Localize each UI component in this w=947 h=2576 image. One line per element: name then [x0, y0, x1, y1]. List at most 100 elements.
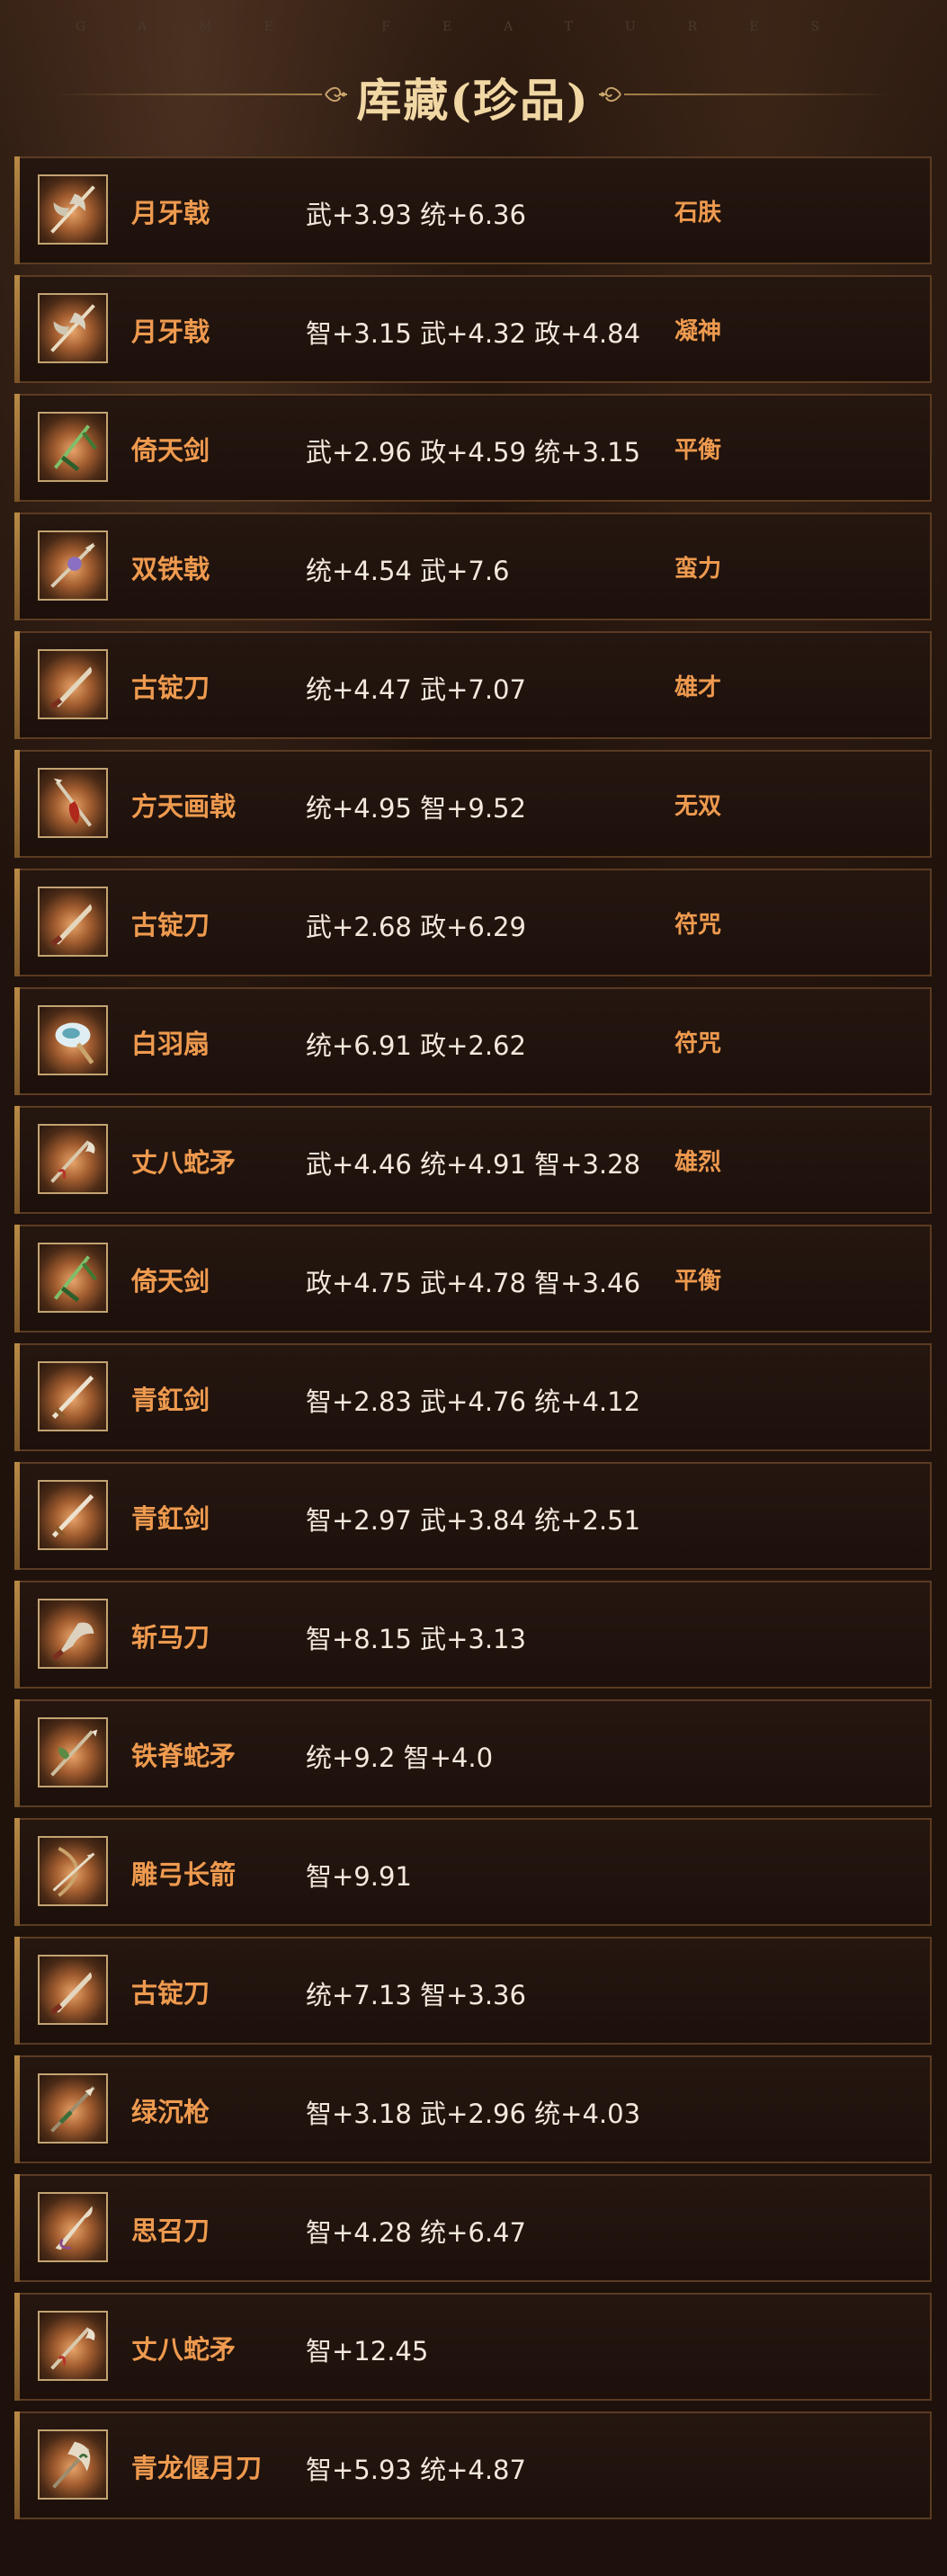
list-item[interactable]: 双铁戟 统+4.54 武+7.6 蛮力	[14, 513, 932, 620]
item-trait: 无双	[675, 793, 722, 820]
item-stats: 武+2.68 政+6.29	[306, 912, 526, 942]
list-item[interactable]: 古锭刀 统+7.13 智+3.36	[14, 1937, 932, 2045]
item-stats: 统+7.13 智+3.36	[306, 1980, 526, 2010]
list-item[interactable]: 雕弓长箭 智+9.91	[14, 1818, 932, 1926]
item-name: 青龙偃月刀	[131, 2453, 263, 2483]
list-item[interactable]: 青龙偃月刀 智+5.93 统+4.87	[14, 2411, 932, 2519]
ornament-right-icon	[599, 86, 621, 103]
double-halberd-icon	[50, 542, 95, 588]
item-trait: 平衡	[675, 1268, 722, 1295]
serpent-spear-icon	[50, 2327, 95, 2370]
item-icon-frame[interactable]	[38, 2192, 108, 2262]
straight-sword-icon	[51, 1493, 94, 1538]
item-stats: 统+4.95 智+9.52	[306, 793, 526, 824]
item-icon-frame[interactable]	[38, 174, 108, 245]
list-item[interactable]: 丈八蛇矛 武+4.46 统+4.91 智+3.28 雄烈	[14, 1106, 932, 1214]
row-accent-bar	[14, 631, 20, 739]
list-item[interactable]: 铁脊蛇矛 统+9.2 智+4.0	[14, 1699, 932, 1807]
item-stats: 统+9.2 智+4.0	[306, 1743, 494, 1773]
item-icon-frame[interactable]	[38, 649, 108, 719]
item-icon-frame[interactable]	[38, 1955, 108, 2025]
feather-fan-icon	[55, 1022, 94, 1065]
item-icon-frame[interactable]	[38, 1243, 108, 1313]
item-name: 双铁戟	[131, 554, 210, 584]
item-name: 古锭刀	[131, 673, 210, 703]
item-name: 倚天剑	[131, 1266, 210, 1297]
title-divider-right	[624, 94, 892, 95]
item-icon-frame[interactable]	[38, 2311, 108, 2381]
item-icon-frame[interactable]	[38, 2429, 108, 2500]
row-accent-bar	[14, 1462, 20, 1570]
saber-icon	[49, 904, 93, 947]
item-trait: 凝神	[675, 318, 722, 345]
item-stats: 武+4.46 统+4.91 智+3.28	[306, 1149, 641, 1180]
list-item[interactable]: 倚天剑 政+4.75 武+4.78 智+3.46 平衡	[14, 1225, 932, 1333]
item-stats: 武+3.93 统+6.36	[306, 200, 526, 230]
row-accent-bar	[14, 1343, 20, 1451]
item-name: 白羽扇	[131, 1029, 210, 1059]
item-icon-frame[interactable]	[38, 1480, 108, 1550]
list-item[interactable]: 丈八蛇矛 智+12.45	[14, 2293, 932, 2401]
item-stats: 智+8.15 武+3.13	[306, 1624, 526, 1654]
list-item[interactable]: 倚天剑 武+2.96 政+4.59 统+3.15 平衡	[14, 394, 932, 502]
title-divider-left	[54, 94, 322, 95]
item-icon-frame[interactable]	[38, 2073, 108, 2144]
list-item[interactable]: 青釭剑 智+2.83 武+4.76 统+4.12	[14, 1343, 932, 1451]
list-item[interactable]: 月牙戟 智+3.15 武+4.32 政+4.84 凝神	[14, 275, 932, 383]
green-sword-icon	[53, 1255, 97, 1303]
item-icon-frame[interactable]	[38, 887, 108, 957]
item-name: 丈八蛇矛	[131, 1147, 237, 1178]
list-item[interactable]: 古锭刀 统+4.47 武+7.07 雄才	[14, 631, 932, 739]
item-stats: 智+2.83 武+4.76 统+4.12	[306, 1386, 641, 1417]
list-item[interactable]: 绿沉枪 智+3.18 武+2.96 统+4.03	[14, 2055, 932, 2163]
item-stats: 政+4.75 武+4.78 智+3.46	[306, 1268, 641, 1298]
crescent-halberd-icon	[50, 304, 95, 352]
item-name: 倚天剑	[131, 435, 210, 466]
list-item[interactable]: 白羽扇 统+6.91 政+2.62 符咒	[14, 987, 932, 1095]
item-icon-frame[interactable]	[38, 768, 108, 838]
item-icon-frame[interactable]	[38, 293, 108, 363]
row-accent-bar	[14, 987, 20, 1095]
item-stats: 智+4.28 统+6.47	[306, 2217, 526, 2248]
item-stats: 统+6.91 政+2.62	[306, 1030, 526, 1061]
row-accent-bar	[14, 1937, 20, 2045]
banner-decor-text: GAME FEATURES	[75, 20, 872, 34]
item-trait: 蛮力	[675, 556, 722, 583]
item-icon-frame[interactable]	[38, 1005, 108, 1075]
item-icon-frame[interactable]	[38, 1599, 108, 1669]
item-icon-frame[interactable]	[38, 1836, 108, 1906]
list-item[interactable]: 思召刀 智+4.28 统+6.47	[14, 2174, 932, 2282]
green-sword-icon	[53, 424, 97, 472]
item-name: 古锭刀	[131, 910, 210, 940]
item-trait: 雄烈	[675, 1149, 722, 1176]
item-trait: 符咒	[675, 912, 722, 939]
item-stats: 统+4.54 武+7.6	[306, 556, 510, 586]
list-item[interactable]: 古锭刀 武+2.68 政+6.29 符咒	[14, 869, 932, 976]
item-name: 古锭刀	[131, 1978, 210, 2009]
row-accent-bar	[14, 2411, 20, 2519]
list-item[interactable]: 月牙戟 武+3.93 统+6.36 石肤	[14, 156, 932, 264]
item-stats: 智+12.45	[306, 2336, 429, 2367]
item-name: 青釭剑	[131, 1385, 210, 1415]
iron-spear-icon	[50, 1729, 98, 1777]
row-accent-bar	[14, 394, 20, 502]
list-item[interactable]: 斩马刀 智+8.15 武+3.13	[14, 1581, 932, 1689]
item-icon-frame[interactable]	[38, 1717, 108, 1787]
item-icon-frame[interactable]	[38, 1124, 108, 1194]
row-accent-bar	[14, 2174, 20, 2282]
straight-sword-icon	[51, 1375, 94, 1420]
list-item[interactable]: 方天画戟 统+4.95 智+9.52 无双	[14, 750, 932, 858]
item-trait: 符咒	[675, 1030, 722, 1057]
list-item[interactable]: 青釭剑 智+2.97 武+3.84 统+2.51	[14, 1462, 932, 1570]
row-accent-bar	[14, 1699, 20, 1807]
row-accent-bar	[14, 1106, 20, 1214]
item-icon-frame[interactable]	[38, 530, 108, 601]
item-name: 雕弓长箭	[131, 1859, 237, 1890]
row-accent-bar	[14, 2293, 20, 2401]
item-stats: 智+9.91	[306, 1861, 412, 1892]
item-icon-frame[interactable]	[38, 1361, 108, 1431]
bow-arrow-icon	[52, 1846, 95, 1897]
serpent-spear-icon	[50, 1140, 95, 1183]
row-accent-bar	[14, 1225, 20, 1333]
item-icon-frame[interactable]	[38, 412, 108, 482]
